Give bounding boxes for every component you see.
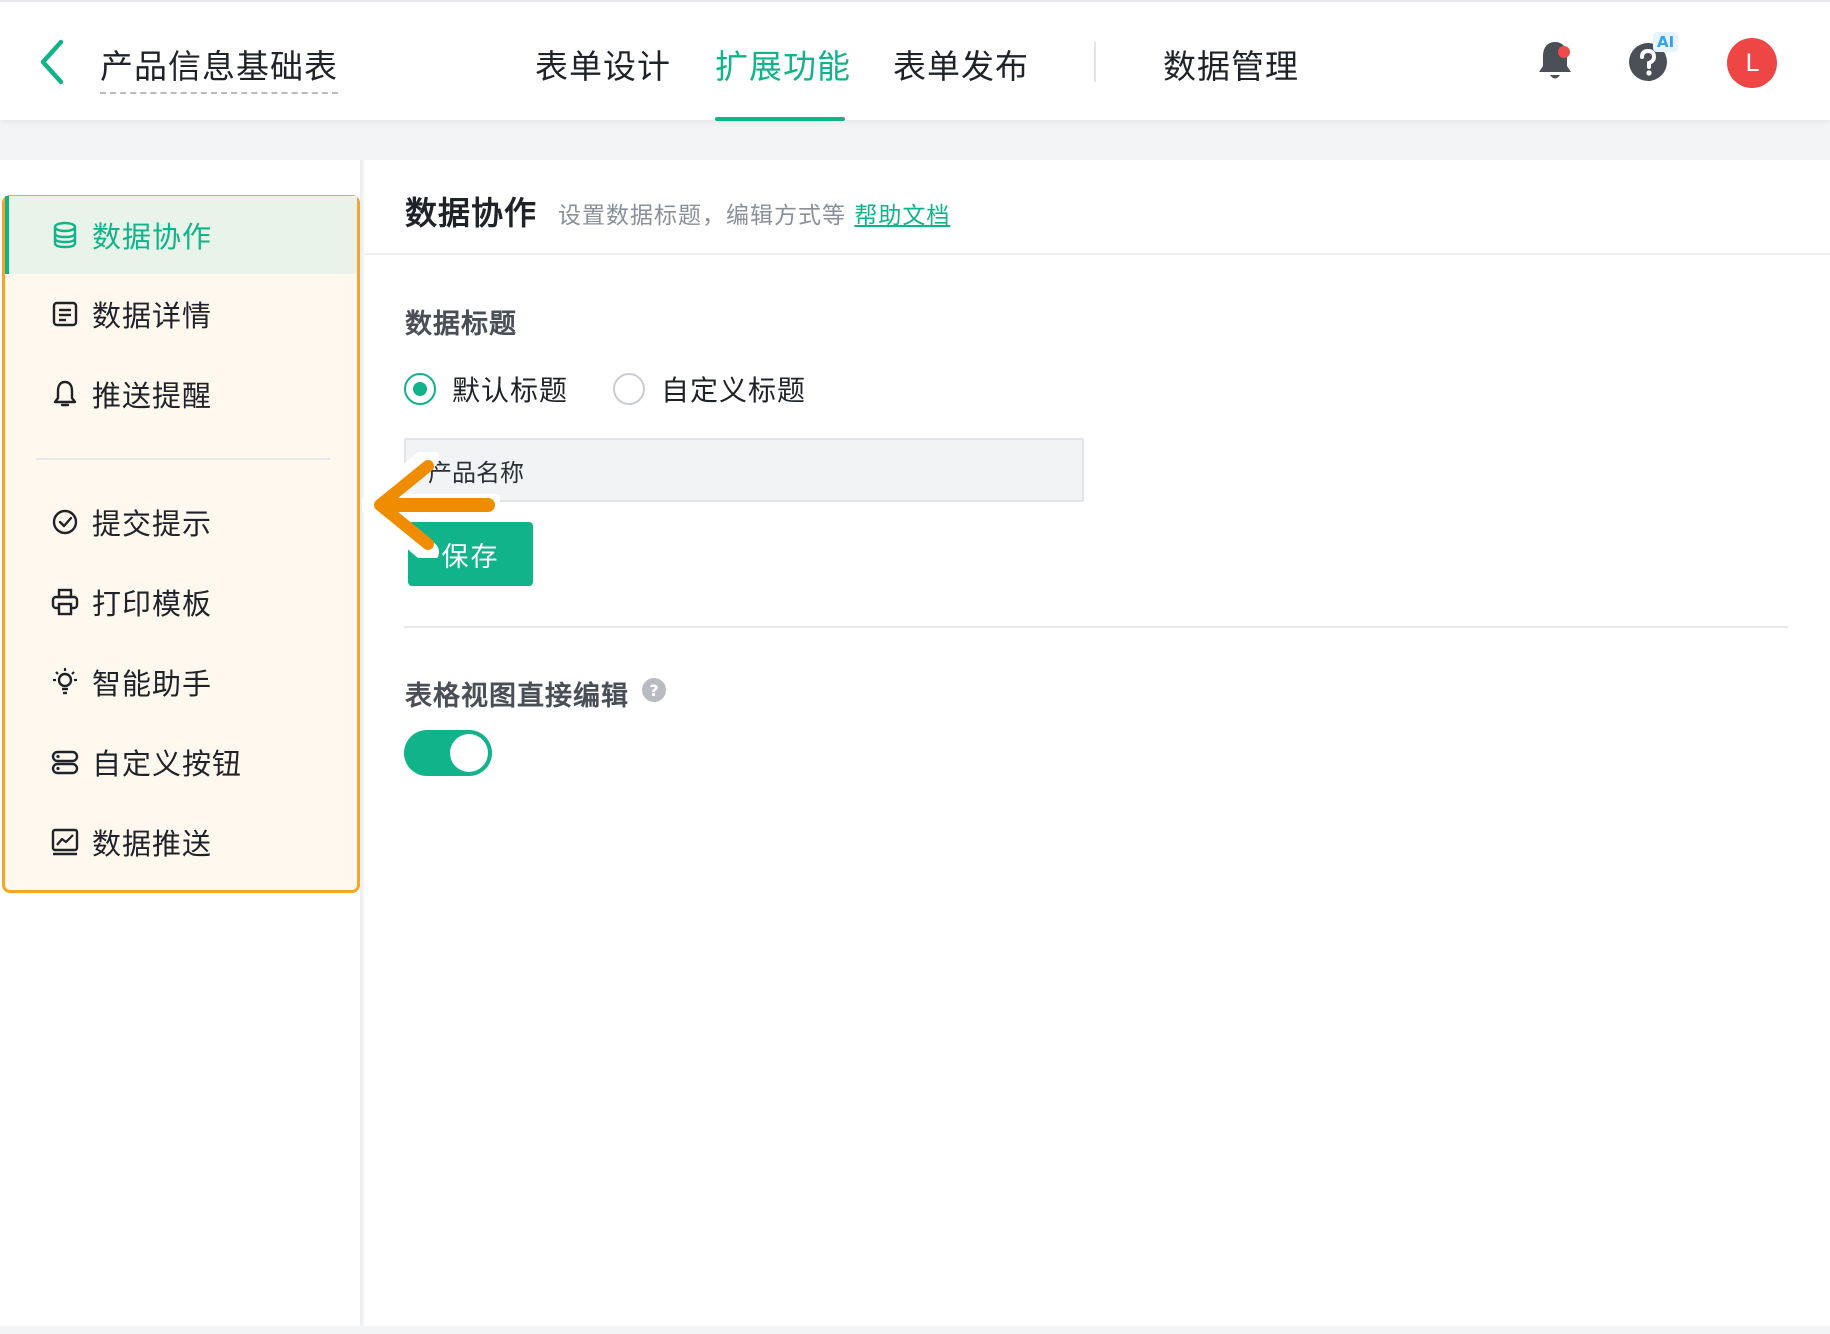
sidebar-item-smart-assistant[interactable]: 智能助手 (5, 643, 357, 721)
tab-form-design[interactable]: 表单设计 (535, 40, 671, 88)
sidebar-item-print-template[interactable]: 打印模板 (5, 563, 357, 641)
tab-data-management[interactable]: 数据管理 (1163, 40, 1299, 88)
help-doc-link[interactable]: 帮助文档 (854, 203, 950, 229)
notification-dot (1558, 46, 1570, 58)
sidebar-item-label: 自定义按钮 (92, 747, 243, 781)
top-header: 产品信息基础表 表单设计 扩展功能 表单发布 数据管理 AI L (0, 0, 1830, 121)
title-divider (364, 253, 1830, 255)
table-edit-heading: 表格视图直接编辑 (405, 681, 629, 712)
notification-button[interactable] (1535, 38, 1575, 84)
user-avatar[interactable]: L (1727, 38, 1777, 88)
page-title: 数据协作 (405, 194, 538, 232)
sidebar-item-data-collaboration[interactable]: 数据协作 (5, 196, 357, 274)
table-edit-toggle[interactable] (404, 730, 492, 776)
sidebar-item-label: 数据推送 (92, 827, 213, 861)
chevron-left-icon (40, 39, 64, 85)
sidebar-item-label: 智能助手 (92, 667, 213, 701)
database-icon (53, 221, 77, 249)
radio-checked-indicator (404, 373, 436, 405)
tab-extensions[interactable]: 扩展功能 (715, 40, 851, 88)
bell-icon (1539, 42, 1571, 79)
pointer-arrow-icon (362, 452, 500, 558)
form-name-title[interactable]: 产品信息基础表 (100, 40, 338, 94)
active-tab-indicator (715, 117, 845, 121)
question-icon[interactable]: ? (642, 678, 666, 702)
nav-divider (1094, 42, 1096, 82)
bulb-icon (53, 668, 77, 695)
chart-icon (51, 828, 79, 856)
sidebar-item-submit-hint[interactable]: 提交提示 (5, 483, 357, 561)
sidebar-item-push-reminder[interactable]: 推送提醒 (5, 355, 357, 433)
printer-icon (51, 588, 79, 616)
sidebar-item-label: 数据详情 (92, 299, 213, 333)
button-icon (51, 750, 79, 775)
tab-form-publish[interactable]: 表单发布 (893, 40, 1029, 88)
page-description: 设置数据标题，编辑方式等 帮助文档 (558, 196, 950, 230)
check-circle-icon (52, 509, 78, 535)
section-divider (404, 626, 1788, 628)
sidebar-divider (36, 458, 330, 460)
radio-default-title[interactable]: 默认标题 (404, 369, 568, 409)
radio-label: 自定义标题 (661, 374, 807, 407)
toggle-knob (450, 734, 488, 772)
data-title-input[interactable] (404, 438, 1084, 502)
sidebar-item-data-push[interactable]: 数据推送 (5, 803, 357, 881)
back-button[interactable] (32, 36, 72, 88)
sidebar-item-label: 推送提醒 (92, 379, 213, 413)
sidebar-item-custom-button[interactable]: 自定义按钮 (5, 723, 357, 801)
radio-unchecked-indicator (613, 373, 645, 405)
bell-icon (53, 380, 77, 407)
detail-icon (52, 301, 78, 327)
main-panel (364, 160, 1830, 1326)
radio-custom-title[interactable]: 自定义标题 (613, 369, 806, 409)
data-title-heading: 数据标题 (405, 309, 517, 340)
sidebar-item-label: 打印模板 (92, 587, 213, 621)
radio-label: 默认标题 (452, 374, 569, 407)
sidebar-item-data-detail[interactable]: 数据详情 (5, 275, 357, 353)
sidebar-item-label: 提交提示 (92, 507, 213, 541)
page-description-text: 设置数据标题，编辑方式等 (558, 203, 846, 229)
sidebar-item-label: 数据协作 (92, 220, 213, 254)
ai-badge: AI (1653, 32, 1679, 52)
